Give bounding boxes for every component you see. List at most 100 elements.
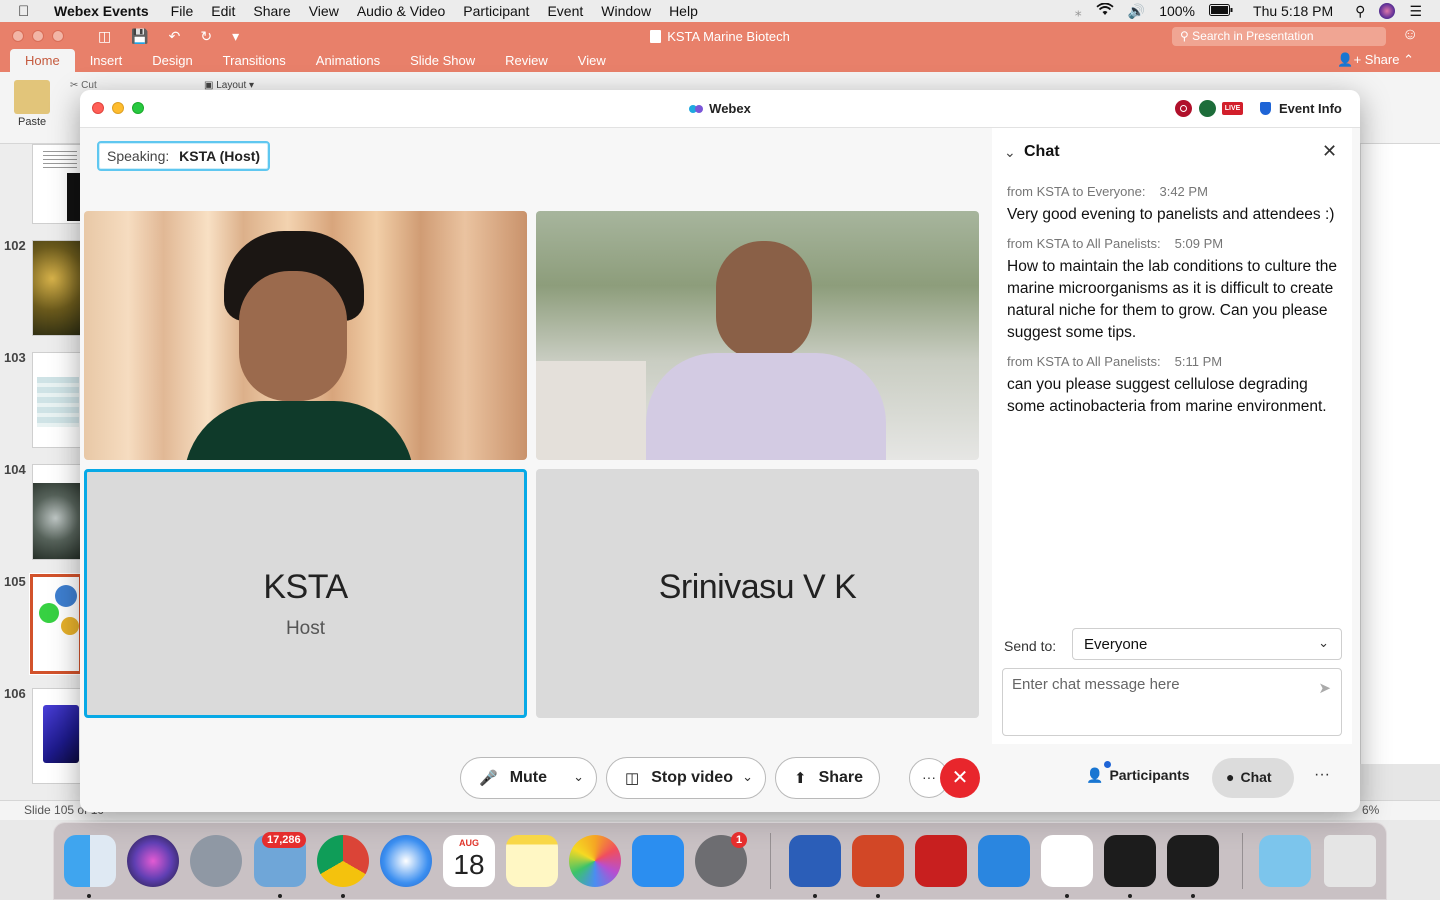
apple-icon[interactable]:  <box>18 3 38 20</box>
slide-thumbnail[interactable] <box>32 688 82 784</box>
menu-edit[interactable]: Edit <box>211 3 235 19</box>
launchpad-icon[interactable] <box>190 835 242 887</box>
participants-button[interactable]: 👤 Participants <box>1086 761 1190 784</box>
tab-slide-show[interactable]: Slide Show <box>395 53 490 72</box>
search-in-presentation[interactable]: ⚲ Search in Presentation <box>1172 27 1386 46</box>
downloads-folder-icon[interactable] <box>1259 835 1311 887</box>
paste-label[interactable]: Paste <box>18 116 46 128</box>
battery-icon[interactable] <box>1209 3 1233 19</box>
collapse-chevron-icon[interactable]: ⌄ <box>1004 144 1016 161</box>
photos-icon[interactable] <box>569 835 621 887</box>
video-tile-srinivasu[interactable] <box>536 211 979 460</box>
clock[interactable]: Thu 5:18 PM <box>1253 3 1333 19</box>
chat-message-input[interactable]: Enter chat message here ➤ <box>1002 668 1342 736</box>
word-icon[interactable] <box>789 835 841 887</box>
recording-icon[interactable] <box>1175 100 1192 117</box>
tab-animations[interactable]: Animations <box>301 53 395 72</box>
name-tile-ksta[interactable]: KSTA Host <box>84 469 527 718</box>
customize-icon[interactable]: ▾ <box>232 28 239 45</box>
slide-thumbnail[interactable] <box>32 240 82 336</box>
powerpoint-icon[interactable] <box>852 835 904 887</box>
speaking-indicator: Speaking: KSTA (Host) <box>97 141 271 171</box>
finder-icon[interactable] <box>64 835 116 887</box>
save-icon[interactable]: 💾 <box>131 28 148 45</box>
menu-share[interactable]: Share <box>253 3 290 19</box>
tab-insert[interactable]: Insert <box>75 53 138 72</box>
menu-window[interactable]: Window <box>601 3 651 19</box>
webex-meetings-icon[interactable] <box>1167 835 1219 887</box>
siri-icon[interactable] <box>1379 3 1396 19</box>
share-screen-icon: ⬆ <box>794 770 807 787</box>
more-menu-button[interactable]: ··· <box>1314 766 1330 784</box>
participant-role: Host <box>285 618 326 639</box>
chevron-down-icon[interactable]: ⌄ <box>742 769 753 785</box>
leave-button[interactable]: ✕ <box>940 758 980 798</box>
notification-center-icon[interactable]: ☰ <box>1409 3 1422 20</box>
send-icon[interactable]: ➤ <box>1318 679 1331 697</box>
slide-number: 106 <box>4 686 26 701</box>
slide-canvas[interactable] <box>1360 144 1440 764</box>
ppt-share-button[interactable]: 👤+ Share ⌃ <box>1337 52 1414 68</box>
chrome-icon[interactable] <box>317 835 369 887</box>
slide-number: 103 <box>4 350 26 365</box>
volume-icon[interactable]: 🔊 <box>1128 3 1145 20</box>
paste-icon[interactable] <box>14 80 50 114</box>
spotlight-icon[interactable]: ⚲ <box>1355 3 1365 20</box>
tab-view[interactable]: View <box>563 53 621 72</box>
webex-logo-icon <box>689 105 704 113</box>
slide-thumbnail-selected[interactable] <box>29 573 83 675</box>
name-tile-srinivasu[interactable]: Srinivasu V K <box>536 469 979 718</box>
zoom-level[interactable]: 6% <box>1362 803 1379 817</box>
migration-icon[interactable] <box>978 835 1030 887</box>
mute-button[interactable]: 🎤 Mute ⌄ <box>460 757 597 799</box>
zoom-button[interactable] <box>52 30 64 42</box>
calendar-day: 18 <box>453 849 485 880</box>
close-icon[interactable]: ✕ <box>1322 141 1337 162</box>
dock: 17,286 AUG 18 1 <box>53 822 1387 900</box>
tab-home[interactable]: Home <box>10 49 75 72</box>
stop-video-button[interactable]: ◫ Stop video ⌄ <box>606 757 766 799</box>
redo-icon[interactable]: ↻ <box>200 28 212 45</box>
status-area: ⁎ 🔊 100% Thu 5:18 PM ⚲ ☰ <box>1075 0 1440 22</box>
message-text: Very good evening to panelists and atten… <box>1007 206 1335 223</box>
menu-event[interactable]: Event <box>547 3 583 19</box>
notes-icon[interactable] <box>506 835 558 887</box>
send-to-dropdown[interactable]: Everyone ⌄ <box>1072 628 1342 660</box>
wifi-icon[interactable] <box>1096 2 1114 19</box>
tab-design[interactable]: Design <box>137 53 207 72</box>
chevron-down-icon[interactable]: ⌄ <box>573 769 584 785</box>
system-preferences-icon[interactable]: 1 <box>695 832 748 887</box>
chat-button[interactable]: ● Chat <box>1212 758 1294 798</box>
app-store-icon[interactable] <box>632 835 684 887</box>
calendar-icon[interactable]: AUG 18 <box>443 835 495 887</box>
bluetooth-icon[interactable]: ⁎ <box>1075 3 1082 20</box>
video-tile-ksta[interactable] <box>84 211 527 460</box>
minimize-button[interactable] <box>32 30 44 42</box>
slide-thumbnail[interactable] <box>32 144 82 224</box>
slide-thumbnail[interactable] <box>32 464 82 560</box>
tab-review[interactable]: Review <box>490 53 563 72</box>
webex-icon[interactable] <box>1104 835 1156 887</box>
tab-transitions[interactable]: Transitions <box>208 53 301 72</box>
share-button[interactable]: ⬆ Share <box>775 757 880 799</box>
menu-participant[interactable]: Participant <box>463 3 529 19</box>
feedback-smiley-icon[interactable]: ☺ <box>1402 26 1418 44</box>
stats-icon[interactable] <box>1199 100 1216 117</box>
menu-view[interactable]: View <box>309 3 339 19</box>
siri-icon[interactable] <box>127 835 179 887</box>
safari-icon[interactable] <box>380 835 432 887</box>
undo-icon[interactable]: ↶ <box>169 28 181 45</box>
menu-file[interactable]: File <box>171 3 194 19</box>
close-button[interactable] <box>12 30 24 42</box>
mail-icon[interactable]: 17,286 <box>254 832 306 887</box>
teams-icon[interactable] <box>1041 835 1093 887</box>
menu-help[interactable]: Help <box>669 3 698 19</box>
acrobat-icon[interactable] <box>915 835 967 887</box>
trash-icon[interactable] <box>1324 835 1376 887</box>
app-menu[interactable]: Webex Events <box>54 3 149 19</box>
sidebar-toggle-icon[interactable]: ◫ <box>98 28 111 45</box>
menu-audio-video[interactable]: Audio & Video <box>357 3 445 19</box>
slide-thumbnail[interactable] <box>32 352 82 448</box>
microphone-icon: 🎤 <box>479 770 498 787</box>
event-info-button[interactable]: Event Info <box>1260 101 1342 116</box>
